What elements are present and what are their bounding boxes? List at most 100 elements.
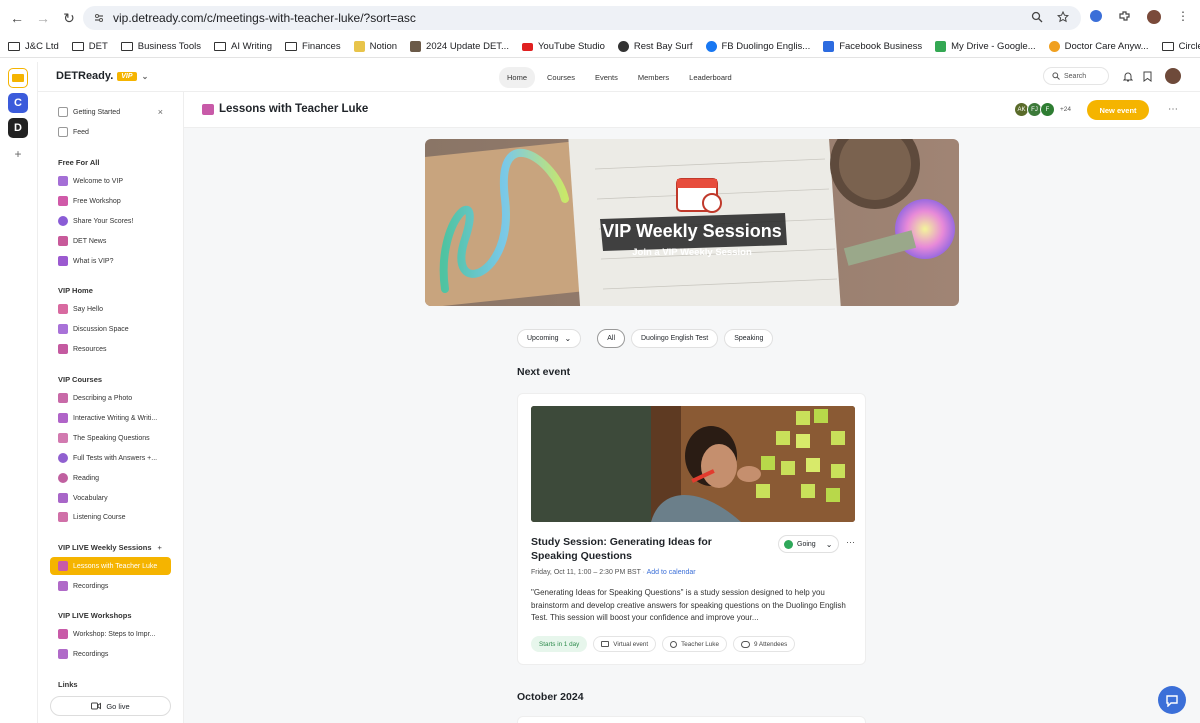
user-avatar[interactable] bbox=[1165, 68, 1181, 84]
next-card-edge bbox=[517, 716, 866, 723]
attendees-tag[interactable]: 9 Attendees bbox=[732, 636, 796, 652]
brand-logo[interactable]: DETReady. VIP ⌄ bbox=[56, 70, 148, 82]
page-title: Lessons with Teacher Luke bbox=[202, 103, 368, 115]
community-d[interactable]: D bbox=[8, 118, 28, 138]
bookmark-folder[interactable]: J&C Ltd bbox=[8, 41, 59, 52]
bookmark-link[interactable]: My Drive - Google... bbox=[935, 41, 1036, 52]
sidebar-item-recordings[interactable]: Recordings bbox=[50, 577, 171, 595]
close-icon[interactable]: × bbox=[158, 107, 163, 117]
vip-badge: VIP bbox=[117, 71, 137, 81]
community-c[interactable]: C bbox=[8, 93, 28, 113]
sidebar-item-discussion[interactable]: Discussion Space bbox=[50, 320, 171, 338]
sidebar-section-title: VIP LIVE Workshops bbox=[58, 611, 132, 620]
notion-icon bbox=[353, 41, 365, 52]
bookmark-folder[interactable]: Finances bbox=[285, 41, 341, 52]
bookmark-link[interactable]: Doctor Care Anyw... bbox=[1048, 41, 1149, 52]
event-more-icon[interactable]: ⋯ bbox=[846, 537, 855, 548]
sidebar-item-interactive-writing[interactable]: Interactive Writing & Writi... bbox=[50, 409, 171, 427]
nav-members[interactable]: Members bbox=[630, 67, 677, 88]
question-icon bbox=[58, 256, 68, 266]
add-to-calendar-link[interactable]: Add to calendar bbox=[647, 569, 696, 576]
add-community-button[interactable]: + bbox=[8, 144, 28, 164]
vocabulary-icon bbox=[58, 493, 68, 503]
bookmark-folder[interactable]: Circle bbox=[1161, 41, 1200, 52]
avatar: F bbox=[1040, 102, 1055, 117]
community-detready[interactable] bbox=[8, 68, 28, 88]
reload-icon[interactable]: ↻ bbox=[58, 7, 80, 29]
chevron-down-icon[interactable]: ⌄ bbox=[142, 72, 149, 81]
bookmark-link[interactable]: Notion bbox=[353, 41, 397, 52]
sidebar-item-free-workshop[interactable]: Free Workshop bbox=[50, 192, 171, 210]
event-type-tag: Virtual event bbox=[593, 636, 657, 652]
tests-icon bbox=[58, 453, 68, 463]
sidebar-item-feed[interactable]: Feed bbox=[50, 123, 171, 141]
more-options-icon[interactable]: ⋯ bbox=[1168, 104, 1178, 115]
sidebar-section-title: Free For All bbox=[58, 158, 100, 167]
sidebar-item-share-scores[interactable]: Share Your Scores! bbox=[50, 212, 171, 230]
sidebar-item-listening[interactable]: Listening Course bbox=[50, 508, 171, 526]
forward-icon[interactable]: → bbox=[32, 7, 54, 29]
sidebar-item-det-news[interactable]: DET News bbox=[50, 232, 171, 250]
profile-avatar[interactable] bbox=[1147, 10, 1161, 24]
site-settings-icon[interactable] bbox=[93, 12, 105, 24]
folder-icon bbox=[120, 42, 133, 51]
member-avatars[interactable]: AK FJ F +24 bbox=[1014, 102, 1071, 117]
sidebar-item-getting-started[interactable]: Getting Started × bbox=[50, 103, 171, 121]
zoom-icon[interactable] bbox=[1031, 11, 1043, 23]
add-icon[interactable]: + bbox=[158, 543, 162, 552]
checklist-icon bbox=[58, 107, 68, 117]
bookmark-link[interactable]: 2024 Update DET... bbox=[410, 41, 509, 52]
bookmark-link[interactable]: Facebook Business bbox=[823, 41, 922, 52]
sidebar-item-lessons-teacher-luke[interactable]: Lessons with Teacher Luke bbox=[50, 557, 171, 575]
bookmark-icon[interactable] bbox=[1143, 71, 1152, 82]
video-icon bbox=[91, 702, 102, 710]
sidebar-item-workshop-steps[interactable]: Workshop: Steps to Impr... bbox=[50, 625, 171, 643]
host-tag[interactable]: Teacher Luke bbox=[662, 636, 727, 652]
extension-icon[interactable] bbox=[1090, 10, 1102, 22]
sidebar-item-workshop-recordings[interactable]: Recordings bbox=[50, 645, 171, 663]
event-filters: Upcoming ⌄ All Duolingo English Test Spea… bbox=[517, 329, 774, 348]
sidebar-item-welcome[interactable]: Welcome to VIP bbox=[50, 172, 171, 190]
bell-icon[interactable] bbox=[1123, 71, 1133, 82]
nav-home[interactable]: Home bbox=[499, 67, 536, 88]
sidebar-item-what-is-vip[interactable]: What is VIP? bbox=[50, 252, 171, 270]
sidebar-section-title: VIP Courses bbox=[58, 375, 103, 384]
hello-icon bbox=[58, 304, 68, 314]
bookmark-link[interactable]: Rest Bay Surf bbox=[617, 41, 693, 52]
discussion-icon bbox=[58, 324, 68, 334]
event-card[interactable]: Study Session: Generating Ideas for Spea… bbox=[517, 393, 866, 665]
rsvp-dropdown[interactable]: Going ⌄ bbox=[778, 535, 839, 553]
bookmark-folder[interactable]: AI Writing bbox=[214, 41, 272, 52]
nav-courses[interactable]: Courses bbox=[539, 67, 583, 88]
bookmark-link[interactable]: FB Duolingo Englis... bbox=[705, 41, 810, 52]
bookmark-folder[interactable]: Business Tools bbox=[120, 41, 201, 52]
upcoming-dropdown[interactable]: Upcoming ⌄ bbox=[517, 329, 582, 348]
address-bar[interactable]: vip.detready.com/c/meetings-with-teacher… bbox=[83, 6, 1081, 30]
filter-duolingo[interactable]: Duolingo English Test bbox=[631, 329, 719, 348]
url-text: vip.detready.com/c/meetings-with-teacher… bbox=[113, 11, 416, 25]
sidebar-item-resources[interactable]: Resources bbox=[50, 340, 171, 358]
nav-events[interactable]: Events bbox=[587, 67, 626, 88]
star-icon[interactable] bbox=[1057, 11, 1069, 23]
sidebar-item-reading[interactable]: Reading bbox=[50, 469, 171, 487]
filter-all[interactable]: All bbox=[597, 329, 625, 348]
new-event-button[interactable]: New event bbox=[1087, 100, 1149, 120]
sidebar-item-describing-photo[interactable]: Describing a Photo bbox=[50, 389, 171, 407]
folder-icon bbox=[8, 42, 20, 51]
puzzle-icon[interactable] bbox=[1118, 10, 1131, 23]
top-nav: DETReady. VIP ⌄ Home Courses Events Memb… bbox=[38, 62, 1200, 92]
sidebar-item-say-hello[interactable]: Say Hello bbox=[50, 300, 171, 318]
bookmark-folder[interactable]: DET bbox=[71, 41, 108, 52]
filter-speaking[interactable]: Speaking bbox=[724, 329, 774, 348]
menu-icon[interactable]: ⋮ bbox=[1177, 10, 1189, 24]
back-icon[interactable]: ← bbox=[6, 7, 28, 29]
go-live-button[interactable]: Go live bbox=[50, 696, 171, 716]
nav-leaderboard[interactable]: Leaderboard bbox=[681, 67, 740, 88]
sidebar-item-speaking-questions[interactable]: The Speaking Questions bbox=[50, 429, 171, 447]
bookmark-link[interactable]: YouTube Studio bbox=[521, 41, 605, 52]
event-title[interactable]: Study Session: Generating Ideas for Spea… bbox=[531, 535, 761, 563]
chat-button[interactable] bbox=[1158, 686, 1186, 714]
sidebar-item-full-tests[interactable]: Full Tests with Answers +... bbox=[50, 449, 171, 467]
sidebar-item-vocabulary[interactable]: Vocabulary bbox=[50, 489, 171, 507]
search-input[interactable]: Search bbox=[1043, 67, 1109, 85]
